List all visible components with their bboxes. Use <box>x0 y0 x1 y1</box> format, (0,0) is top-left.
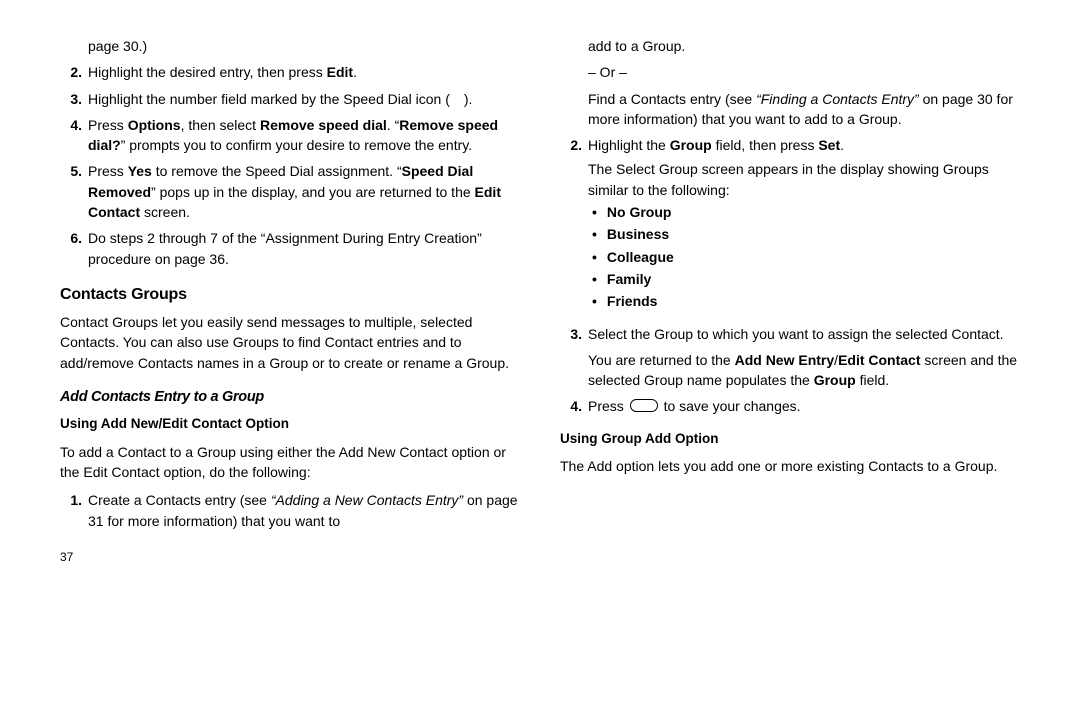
speed-dial-steps: 2. Highlight the desired entry, then pre… <box>60 62 520 269</box>
step-followup: The Select Group screen appears in the d… <box>588 159 1020 200</box>
section-heading-contacts-groups: Contacts Groups <box>60 283 520 306</box>
step-body: Highlight the desired entry, then press … <box>88 62 520 82</box>
step-body: Press Yes to remove the Speed Dial assig… <box>88 161 520 222</box>
step-body: Highlight the Group field, then press Se… <box>588 135 1020 317</box>
text: . <box>840 137 844 153</box>
step-body: Do steps 2 through 7 of the “Assignment … <box>88 228 520 269</box>
continuation-line: page 30.) <box>88 36 520 56</box>
step-number: 2. <box>560 135 582 317</box>
group-option: Business <box>588 224 1020 244</box>
section-body: Contact Groups let you easily send messa… <box>60 312 520 373</box>
step-body: Press to save your changes. <box>588 396 1020 416</box>
group-option: Family <box>588 269 1020 289</box>
bold-text: Edit <box>327 64 353 80</box>
bold-text: Yes <box>128 163 152 179</box>
right-column: add to a Group. – Or – Find a Contacts e… <box>560 36 1020 700</box>
text: screen. <box>140 204 190 220</box>
text: You are returned to the <box>588 352 735 368</box>
or-separator: – Or – <box>588 62 1020 82</box>
subsub-body: To add a Contact to a Group using either… <box>60 442 520 483</box>
text: Select the Group to which you want to as… <box>588 326 1004 342</box>
text: to save your changes. <box>660 398 801 414</box>
text: ” prompts you to confirm your desire to … <box>121 137 472 153</box>
ok-key-icon <box>630 399 658 412</box>
page-number: 37 <box>60 549 520 566</box>
group-option: Friends <box>588 291 1020 311</box>
step-number: 2. <box>60 62 82 82</box>
subsubsection-using-group-add: Using Group Add Option <box>560 429 1020 449</box>
text: . “ <box>387 117 399 133</box>
text: Press <box>588 398 628 414</box>
list-item: 4. Press to save your changes. <box>560 396 1020 416</box>
text: Create a Contacts entry (see <box>88 492 271 508</box>
list-item: 2. Highlight the desired entry, then pre… <box>60 62 520 82</box>
step-body: Create a Contacts entry (see “Adding a N… <box>88 490 520 531</box>
group-option: No Group <box>588 202 1020 222</box>
step-body: Highlight the number field marked by the… <box>88 89 520 109</box>
bold-text: Group <box>670 137 712 153</box>
text: field, then press <box>712 137 819 153</box>
step-number: 4. <box>560 396 582 416</box>
add-contact-steps: 1. Create a Contacts entry (see “Adding … <box>60 490 520 531</box>
list-item: 4. Press Options, then select Remove spe… <box>60 115 520 156</box>
text: Press <box>88 117 128 133</box>
group-options-list: No Group Business Colleague Family Frien… <box>588 202 1020 311</box>
text: , then select <box>181 117 260 133</box>
continuation-line: add to a Group. <box>588 36 1020 56</box>
bold-text: Set <box>818 137 840 153</box>
continuation-line-2: Find a Contacts entry (see “Finding a Co… <box>588 89 1020 130</box>
bold-text: Remove speed dial <box>260 117 387 133</box>
step-number: 6. <box>60 228 82 269</box>
step-number: 4. <box>60 115 82 156</box>
text: . <box>353 64 357 80</box>
subsection-add-contacts-entry: Add Contacts Entry to a Group <box>60 387 520 408</box>
text: Highlight the desired entry, then press <box>88 64 327 80</box>
italic-text: “Finding a Contacts Entry” <box>756 91 919 107</box>
group-steps: 2. Highlight the Group field, then press… <box>560 135 1020 417</box>
step-number: 1. <box>60 490 82 531</box>
step-number: 3. <box>60 89 82 109</box>
step-number: 5. <box>60 161 82 222</box>
left-column: page 30.) 2. Highlight the desired entry… <box>60 36 520 700</box>
text: to remove the Speed Dial assignment. “ <box>152 163 402 179</box>
list-item: 2. Highlight the Group field, then press… <box>560 135 1020 317</box>
list-item: 3. Highlight the number field marked by … <box>60 89 520 109</box>
subsub-body-2: The Add option lets you add one or more … <box>560 456 1020 476</box>
text: Highlight the <box>588 137 670 153</box>
manual-page: page 30.) 2. Highlight the desired entry… <box>0 0 1080 720</box>
bold-text: Add New Entry <box>735 352 835 368</box>
step-body: Select the Group to which you want to as… <box>588 324 1020 391</box>
step-body: Press Options, then select Remove speed … <box>88 115 520 156</box>
subsubsection-using-add-new: Using Add New/Edit Contact Option <box>60 414 520 434</box>
list-item: 3. Select the Group to which you want to… <box>560 324 1020 391</box>
bold-text: Group <box>814 372 856 388</box>
list-item: 1. Create a Contacts entry (see “Adding … <box>60 490 520 531</box>
list-item: 5. Press Yes to remove the Speed Dial as… <box>60 161 520 222</box>
step-number: 3. <box>560 324 582 391</box>
italic-text: “Adding a New Contacts Entry” <box>271 492 463 508</box>
bold-text: Edit Contact <box>838 352 920 368</box>
text: Find a Contacts entry (see <box>588 91 756 107</box>
bold-text: Options <box>128 117 181 133</box>
list-item: 6. Do steps 2 through 7 of the “Assignme… <box>60 228 520 269</box>
group-option: Colleague <box>588 247 1020 267</box>
text: field. <box>856 372 889 388</box>
text: Press <box>88 163 128 179</box>
text: ” pops up in the display, and you are re… <box>151 184 475 200</box>
step-followup: You are returned to the Add New Entry/Ed… <box>588 350 1020 391</box>
